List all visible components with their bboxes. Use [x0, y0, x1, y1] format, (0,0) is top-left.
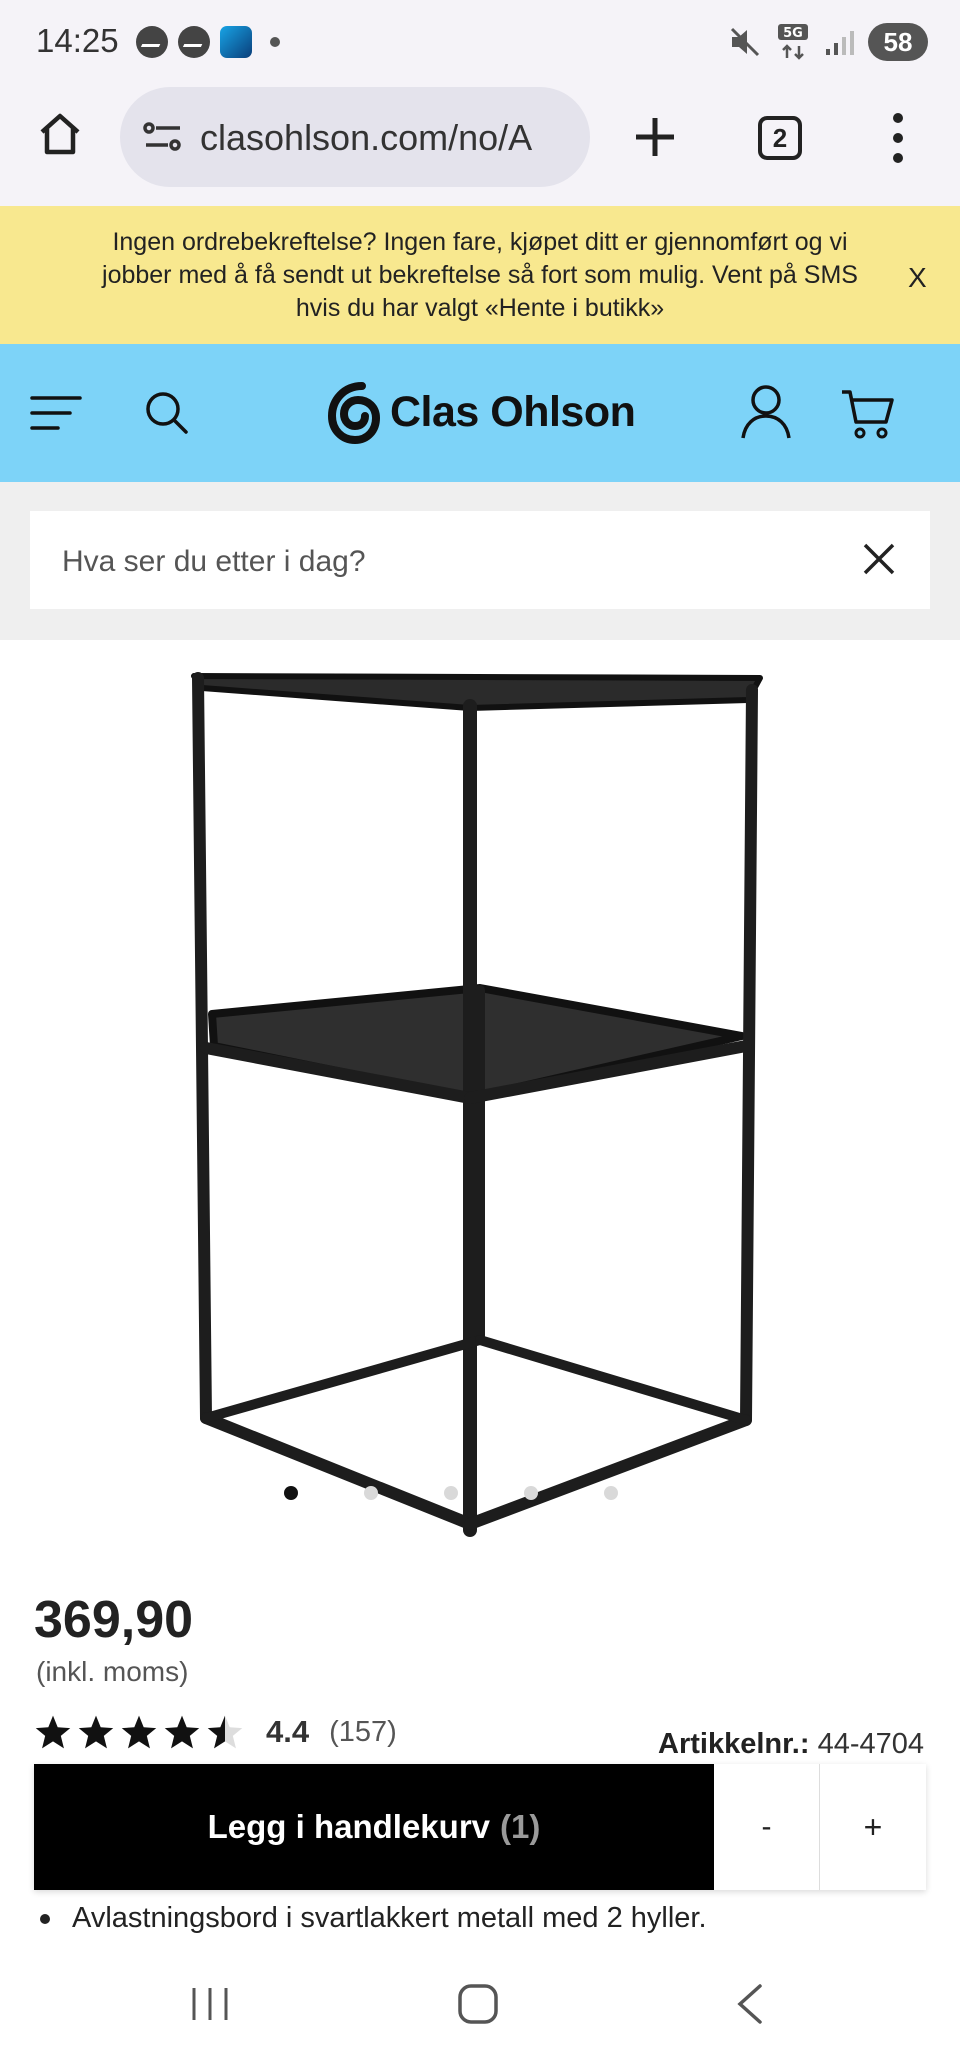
rating-count: (157) [329, 1715, 397, 1748]
network-icon: 5G [778, 24, 808, 60]
account-icon[interactable] [740, 384, 792, 440]
menu-icon[interactable] [30, 394, 82, 432]
clas-ohlson-logo-icon [328, 382, 380, 444]
messenger-icon [136, 26, 168, 58]
description-text: Avlastningsbord i svartlakkert metall me… [72, 1902, 707, 1934]
tab-switcher-button[interactable]: 2 [758, 116, 802, 160]
url-text[interactable]: clasohlson.com/no/A [200, 117, 576, 159]
home-icon[interactable] [36, 110, 84, 158]
carousel-dot-5[interactable] [604, 1486, 618, 1500]
add-to-cart-label: Legg i handlekurv [207, 1808, 491, 1845]
article-number-value: 44-4704 [817, 1728, 924, 1760]
system-icons: 5G 58 [728, 22, 928, 62]
status-bar: 14:25 5G 58 [0, 0, 960, 84]
image-carousel-dots[interactable] [284, 1486, 618, 1500]
decrease-quantity-button[interactable]: - [714, 1764, 820, 1890]
status-time: 14:25 [36, 22, 119, 59]
clear-search-icon[interactable] [862, 542, 896, 576]
product-rating[interactable]: 4.4 (157) [34, 1714, 397, 1750]
rating-value: 4.4 [266, 1714, 310, 1749]
site-logo[interactable]: Clas Ohlson [328, 380, 636, 444]
star-full-icon [35, 1715, 71, 1749]
app-notification-icon [220, 26, 252, 58]
notification-icons [136, 26, 280, 58]
star-full-icon [164, 1715, 200, 1749]
order-info-banner: Ingen ordrebekreftelse? Ingen fare, kjøp… [0, 206, 960, 344]
search-placeholder: Hva ser du etter i dag? [62, 545, 366, 578]
add-to-cart-bar: Legg i handlekurv (1) - + [34, 1764, 926, 1890]
carousel-dot-1[interactable] [284, 1486, 298, 1500]
banner-text: Ingen ordrebekreftelse? Ingen fare, kjøp… [102, 228, 858, 322]
address-bar[interactable]: clasohlson.com/no/A [120, 87, 590, 187]
search-section: Hva ser du etter i dag? [0, 482, 960, 640]
rating-stars [34, 1714, 244, 1750]
site-settings-icon[interactable] [142, 117, 184, 157]
vat-note: (inkl. moms) [36, 1656, 189, 1687]
mute-icon [730, 27, 760, 57]
recent-apps-icon[interactable] [190, 1984, 230, 2024]
browser-toolbar: clasohlson.com/no/A 2 [0, 84, 960, 206]
description-bullet: Avlastningsbord i svartlakkert metall me… [40, 1902, 707, 1935]
search-input[interactable]: Hva ser du etter i dag? [30, 511, 930, 609]
carousel-dot-3[interactable] [444, 1486, 458, 1500]
back-icon[interactable] [732, 1982, 766, 2026]
carousel-dot-4[interactable] [524, 1486, 538, 1500]
article-number: Artikkelnr.: 44-4704 [658, 1728, 924, 1761]
more-menu-icon[interactable] [886, 112, 910, 164]
star-full-icon [121, 1715, 157, 1749]
home-nav-icon[interactable] [456, 1982, 500, 2026]
carousel-dot-2[interactable] [364, 1486, 378, 1500]
bullet-dot [40, 1913, 50, 1924]
messenger-icon [178, 26, 210, 58]
cart-quantity: (1) [500, 1808, 541, 1845]
banner-close-button[interactable]: X [908, 262, 927, 294]
battery-icon: 58 [868, 23, 928, 61]
product-price: 369,90 [34, 1591, 194, 1649]
increase-quantity-button[interactable]: + [820, 1764, 926, 1890]
cart-icon[interactable] [840, 388, 896, 440]
article-number-label: Artikkelnr.: [658, 1728, 810, 1760]
logo-text: Clas Ohlson [390, 387, 636, 436]
new-tab-icon[interactable] [632, 114, 678, 160]
search-icon[interactable] [144, 390, 190, 436]
system-nav-bar [0, 1950, 960, 2059]
add-to-cart-button[interactable]: Legg i handlekurv (1) [34, 1764, 714, 1890]
signal-icon [826, 31, 854, 55]
site-header: Clas Ohlson [0, 344, 960, 482]
network-type-label: 5G [783, 26, 803, 41]
more-notifications-icon [270, 37, 280, 47]
product-image[interactable] [0, 640, 960, 1540]
star-full-icon [78, 1715, 114, 1749]
star-partial-icon [207, 1715, 243, 1749]
